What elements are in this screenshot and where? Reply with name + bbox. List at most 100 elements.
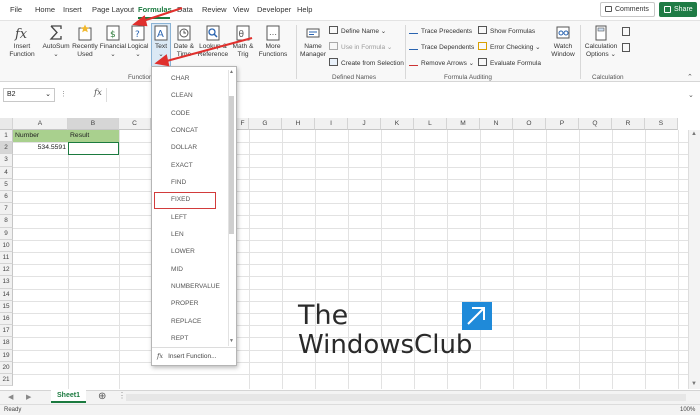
tab-home[interactable]: Home [35, 5, 55, 14]
row-header[interactable]: 8 [0, 215, 13, 228]
menu-item-exact[interactable]: EXACT [171, 162, 193, 169]
recently-used-button[interactable]: Recently Used [71, 24, 99, 59]
menu-item-proper[interactable]: PROPER [171, 300, 198, 307]
column-header-n[interactable]: N [480, 118, 513, 130]
row-header[interactable]: 11 [0, 252, 13, 265]
menu-scroll-up-icon[interactable]: ▲ [229, 69, 234, 75]
menu-item-left[interactable]: LEFT [171, 214, 187, 221]
collapse-ribbon-icon[interactable]: ⌃ [687, 73, 693, 81]
column-header-b[interactable]: B [68, 118, 119, 130]
cell-a1[interactable]: Number [13, 130, 68, 142]
row-header[interactable]: 13 [0, 276, 13, 289]
create-from-selection-button[interactable]: Create from Selection [329, 58, 404, 67]
financial-button[interactable]: $ Financial ⌄ [99, 24, 127, 59]
tab-review[interactable]: Review [202, 5, 227, 14]
more-functions-button[interactable]: … More Functions [257, 24, 289, 59]
insert-function-button[interactable]: fx Insert Function [6, 24, 38, 59]
menu-item-char[interactable]: CHAR [171, 75, 189, 82]
row-header[interactable]: 19 [0, 349, 13, 362]
name-box[interactable]: B2 ⌄ [3, 88, 55, 102]
menu-item-rept[interactable]: REPT [171, 335, 188, 342]
tab-data[interactable]: Data [177, 5, 193, 14]
menu-item-lower[interactable]: LOWER [171, 248, 195, 255]
column-header-p[interactable]: P [546, 118, 579, 130]
more-sheets-icon[interactable]: ⋮ [118, 391, 126, 400]
trace-dependents-button[interactable]: Trace Dependents [409, 42, 474, 51]
menu-item-replace[interactable]: REPLACE [171, 318, 201, 325]
cell-b1[interactable]: Result [68, 130, 119, 142]
column-header-c[interactable]: C [119, 118, 151, 130]
active-cell-b2[interactable] [68, 142, 119, 155]
column-header-j[interactable]: J [348, 118, 381, 130]
scroll-down-icon[interactable]: ▼ [691, 381, 697, 387]
lookup-reference-button[interactable]: Lookup & Reference [197, 24, 229, 59]
row-header[interactable]: 12 [0, 264, 13, 277]
row-header[interactable]: 18 [0, 337, 13, 350]
evaluate-formula-button[interactable]: Evaluate Formula [478, 58, 541, 67]
math-trig-button[interactable]: θ Math & Trig [230, 24, 256, 59]
column-header-m[interactable]: M [447, 118, 480, 130]
trace-precedents-button[interactable]: Trace Precedents [409, 26, 472, 35]
column-header-f[interactable]: F [237, 118, 249, 130]
sheet-tab-sheet1[interactable]: Sheet1 [51, 390, 86, 403]
zoom-level[interactable]: 100% [680, 407, 695, 413]
menu-scroll-down-icon[interactable]: ▼ [229, 338, 234, 344]
tab-help[interactable]: Help [297, 5, 312, 14]
row-header[interactable]: 15 [0, 300, 13, 313]
column-header-s[interactable]: S [645, 118, 678, 130]
tab-formulas[interactable]: Formulas [138, 5, 172, 14]
row-header[interactable]: 3 [0, 154, 13, 167]
row-header[interactable]: 20 [0, 361, 13, 374]
next-sheet-icon[interactable]: ▶ [26, 393, 31, 401]
row-header[interactable]: 6 [0, 191, 13, 204]
more-options-icon[interactable]: ⋮ [60, 90, 67, 98]
watch-window-button[interactable]: Watch Window [548, 24, 578, 59]
column-header-l[interactable]: L [414, 118, 447, 130]
horizontal-scrollbar[interactable] [126, 394, 686, 401]
column-header-i[interactable]: I [315, 118, 348, 130]
tab-view[interactable]: View [233, 5, 249, 14]
column-header-k[interactable]: K [381, 118, 414, 130]
column-header-h[interactable]: H [282, 118, 315, 130]
row-header[interactable]: 17 [0, 325, 13, 338]
row-header[interactable]: 9 [0, 227, 13, 240]
select-all-corner[interactable] [0, 118, 13, 130]
use-in-formula-button[interactable]: Use in Formula ⌄ [329, 42, 392, 51]
text-functions-button[interactable]: A Text ⌄ [151, 23, 171, 67]
column-header-a[interactable]: A [13, 118, 68, 130]
column-header-r[interactable]: R [612, 118, 645, 130]
row-header[interactable]: 14 [0, 288, 13, 301]
comments-button[interactable]: Comments [600, 2, 655, 17]
menu-item-code[interactable]: CODE [171, 110, 190, 117]
row-header[interactable]: 21 [0, 374, 13, 387]
column-header-q[interactable]: Q [579, 118, 612, 130]
name-manager-button[interactable]: Name Manager [299, 24, 327, 59]
vertical-scrollbar[interactable] [688, 130, 700, 389]
scroll-up-icon[interactable]: ▲ [691, 131, 697, 137]
row-header[interactable]: 2 [0, 142, 13, 155]
insert-function-fx-icon[interactable]: fx [94, 88, 102, 98]
menu-item-dollar[interactable]: DOLLAR [171, 144, 197, 151]
menu-scroll-thumb[interactable] [229, 96, 234, 234]
row-header[interactable]: 7 [0, 203, 13, 216]
cell-a2[interactable]: 534.5591 [13, 142, 68, 154]
tab-page-layout[interactable]: Page Layout [92, 5, 134, 14]
logical-button[interactable]: ? Logical ⌄ [126, 24, 150, 59]
show-formulas-button[interactable]: Show Formulas [478, 26, 535, 35]
insert-function-menu-item[interactable]: fx Insert Function... [157, 352, 217, 360]
row-header[interactable]: 10 [0, 239, 13, 252]
add-sheet-icon[interactable]: ⊕ [98, 391, 106, 402]
remove-arrows-button[interactable]: Remove Arrows ⌄ [409, 58, 474, 67]
calculate-now-icon[interactable] [622, 27, 630, 36]
tab-file[interactable]: File [10, 5, 22, 14]
menu-item-clean[interactable]: CLEAN [171, 92, 193, 99]
share-button[interactable]: Share [659, 2, 697, 17]
menu-item-numbervalue[interactable]: NUMBERVALUE [171, 283, 220, 290]
menu-item-concat[interactable]: CONCAT [171, 127, 198, 134]
autosum-button[interactable]: AutoSum ⌄ [41, 24, 71, 59]
calculate-sheet-icon[interactable] [622, 43, 630, 52]
tab-insert[interactable]: Insert [63, 5, 82, 14]
menu-item-len[interactable]: LEN [171, 231, 184, 238]
error-checking-button[interactable]: Error Checking ⌄ [478, 42, 541, 51]
previous-sheet-icon[interactable]: ◀ [8, 393, 13, 401]
